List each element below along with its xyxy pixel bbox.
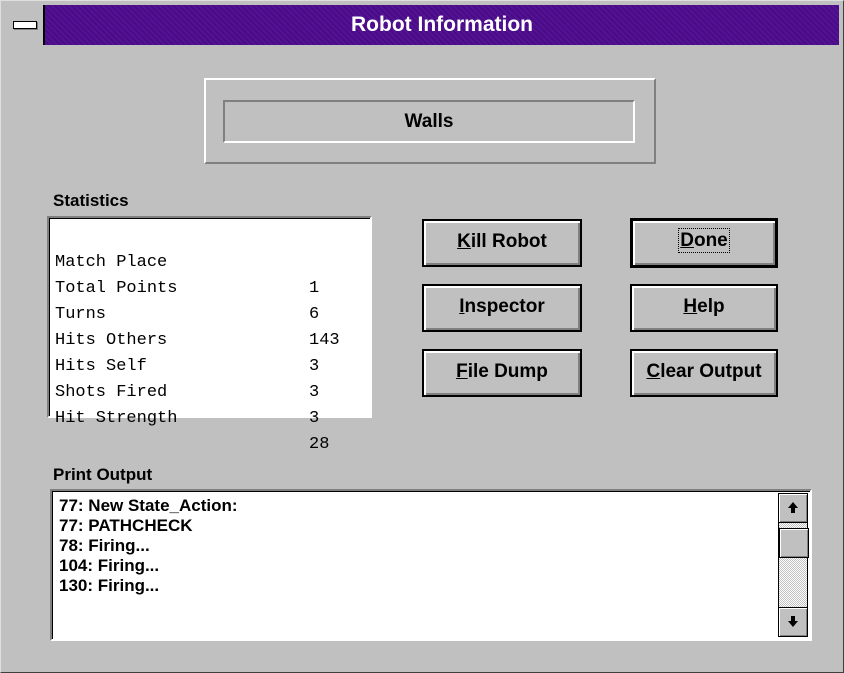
print-output-list[interactable]: 77: New State_Action: 77: PATHCHECK 78: …: [50, 489, 812, 641]
robot-name-frame: Walls: [204, 78, 656, 164]
arrow-up-icon: [788, 502, 798, 513]
stat-value: 1: [309, 279, 320, 298]
file-dump-button[interactable]: File Dump: [422, 349, 582, 397]
scroll-thumb[interactable]: [779, 528, 809, 558]
help-button[interactable]: Help: [630, 284, 778, 332]
done-mnemonic: D: [680, 230, 694, 251]
clear-output-label: lear Output: [660, 361, 762, 382]
clear-output-button[interactable]: Clear Output: [630, 349, 778, 397]
window-title: Robot Information: [351, 13, 533, 36]
stat-name: Hit Strength: [55, 409, 178, 428]
robot-information-window: Robot Information Walls Statistics Match…: [0, 0, 844, 673]
output-line: 78: Firing...: [59, 536, 150, 555]
inspector-label: nspector: [464, 296, 545, 317]
help-mnemonic: H: [683, 296, 698, 317]
statistics-list[interactable]: Match Place 1 Total Points 6 Turns 143 H…: [47, 216, 372, 454]
output-line: 77: New State_Action:: [59, 496, 238, 515]
title-bar[interactable]: Robot Information: [5, 5, 839, 45]
output-line: 104: Firing...: [59, 556, 160, 575]
output-line: 130: Firing...: [59, 576, 160, 595]
arrow-down-icon: [788, 616, 798, 627]
stat-row: Hits Self 3: [55, 328, 319, 402]
stat-value: 3: [309, 357, 320, 376]
output-line: 77: PATHCHECK: [59, 516, 193, 535]
stat-row: Hit Strength 28: [55, 380, 329, 454]
stat-value: 143: [309, 331, 340, 350]
kill-robot-mnemonic: K: [457, 231, 471, 252]
statistics-label: Statistics: [53, 191, 129, 210]
stat-row: Match Place 1: [55, 224, 319, 298]
done-button[interactable]: Done: [630, 218, 778, 268]
output-lines: 77: New State_Action: 77: PATHCHECK 78: …: [59, 496, 779, 596]
scroll-up-button[interactable]: [778, 493, 808, 523]
stat-value: 3: [309, 383, 320, 402]
stat-row: Hits Others 3: [55, 302, 319, 376]
robot-name-display: Walls: [223, 100, 635, 143]
clear-output-mnemonic: C: [646, 361, 661, 382]
vertical-scrollbar[interactable]: [778, 493, 809, 637]
stat-row: Total Points 6: [55, 250, 319, 324]
file-dump-label: ile Dump: [467, 361, 548, 382]
kill-robot-label: ill Robot: [470, 231, 547, 252]
print-output-label: Print Output: [53, 465, 153, 484]
stat-value: 3: [309, 409, 320, 428]
stat-row: Turns 143: [55, 276, 340, 350]
inspector-button[interactable]: Inspector: [422, 284, 582, 332]
system-menu-icon[interactable]: [5, 5, 45, 45]
scroll-down-button[interactable]: [778, 607, 808, 637]
help-label: elp: [697, 296, 725, 317]
kill-robot-button[interactable]: Kill Robot: [422, 219, 582, 267]
done-label: one: [693, 230, 728, 251]
file-dump-mnemonic: F: [456, 361, 468, 382]
scroll-track[interactable]: [778, 523, 809, 607]
stat-value: 28: [309, 435, 330, 454]
stat-row: Shots Fired 3: [55, 354, 319, 428]
stat-value: 6: [309, 305, 320, 324]
done-focus-rect: Done: [678, 228, 730, 253]
